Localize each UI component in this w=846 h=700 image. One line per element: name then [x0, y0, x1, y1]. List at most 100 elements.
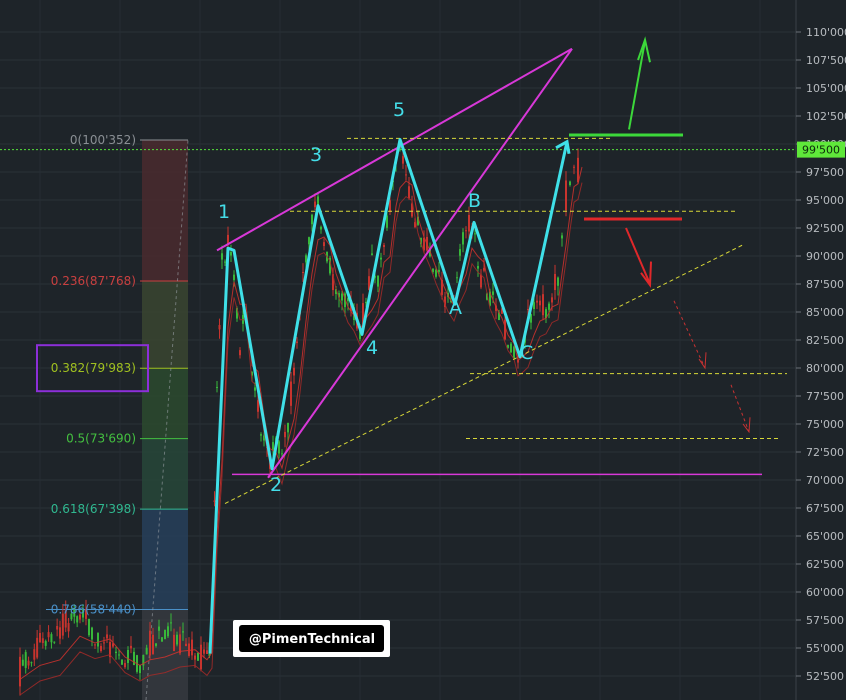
candle-body: [408, 186, 410, 199]
y-tick-label: 92'500: [806, 222, 844, 235]
candle-body: [257, 400, 259, 412]
price-axis: 52'500 55'000 57'500 60'000 62'500 65'000 67'5…: [795, 0, 846, 700]
candle-body: [536, 300, 538, 303]
candle-body: [27, 660, 30, 666]
watermark-text: @PimenTechnical: [249, 632, 375, 647]
candle-body: [314, 201, 316, 208]
candle-body: [203, 649, 205, 654]
candle-body: [91, 627, 93, 640]
candle-body: [182, 631, 184, 633]
candle-body: [278, 441, 280, 454]
candle-body: [216, 386, 218, 388]
projection-arrow-2: [730, 384, 750, 433]
candle-body: [152, 634, 154, 655]
candle-body: [551, 297, 553, 303]
fib-level-label: 0.382(79'983): [51, 361, 136, 375]
candle-body: [542, 294, 544, 316]
candle-body: [287, 422, 289, 433]
fib-band: [142, 438, 188, 510]
candle-body: [53, 641, 56, 643]
y-tick-label: 57'500: [806, 614, 844, 627]
candle-body: [176, 634, 178, 645]
candle-body: [218, 325, 221, 330]
candle-body: [510, 343, 512, 353]
candle-body: [33, 649, 36, 660]
candle-body: [100, 646, 102, 652]
y-tick-label: 72'500: [806, 446, 844, 459]
candle-body: [21, 659, 24, 666]
y-tick-label: 75'000: [806, 418, 844, 431]
candle-body: [539, 300, 541, 306]
fib-band: [142, 140, 188, 281]
candle-body: [462, 232, 464, 245]
candle-body: [308, 237, 310, 245]
candle-body: [577, 157, 579, 183]
candle-body: [19, 656, 21, 687]
candle-body: [438, 269, 440, 272]
candle-body: [106, 634, 108, 639]
y-tick-label: 90'000: [806, 250, 844, 263]
y-tick-label: 95'000: [806, 194, 844, 207]
y-tick-label: 60'000: [806, 586, 844, 599]
elliott-wave-path: [208, 138, 569, 654]
candle-body: [480, 274, 482, 288]
wave-label-3: 3: [310, 144, 322, 166]
y-tick-label: 97'500: [806, 166, 844, 179]
candle-body: [139, 664, 141, 674]
y-tick-label: 52'500: [806, 670, 844, 683]
candle-body: [548, 303, 550, 310]
candle-body: [167, 626, 169, 637]
candle-body: [224, 261, 226, 263]
y-tick-label: 102'500: [806, 110, 846, 123]
candle-body: [533, 302, 535, 309]
candle-body: [371, 253, 373, 255]
candle-body: [293, 367, 295, 376]
candle-body: [402, 156, 404, 164]
candle-body: [61, 613, 64, 636]
fib-level-label: 0.786(58'440): [51, 602, 136, 616]
candle-body: [456, 277, 458, 279]
candle-body: [24, 652, 27, 668]
fib-level-label: 0(100'352): [70, 133, 136, 147]
candle-body: [59, 627, 61, 639]
y-tick-label: 80'000: [806, 362, 844, 375]
candle-body: [170, 622, 172, 624]
candle-body: [179, 634, 181, 654]
candle-body: [557, 277, 559, 286]
candle-body: [188, 643, 190, 656]
price-chart: 1 2 3 4 5 A B C 0(100'352) 0.236(87'768) 0.382(79…: [0, 0, 846, 700]
fib-level-label: 0.236(87'768): [51, 274, 136, 288]
wave-label-c: C: [520, 342, 533, 364]
candle-body: [383, 245, 385, 248]
candle-body: [115, 651, 117, 654]
current-price-label: 99'500: [802, 144, 840, 157]
candle-body: [39, 632, 41, 643]
candle-body: [465, 230, 467, 232]
candle-body: [130, 645, 132, 649]
y-tick-label: 77'500: [806, 390, 844, 403]
candle-body: [191, 639, 193, 656]
candle-body: [296, 341, 298, 343]
y-tick-label: 110'000: [806, 26, 846, 39]
candle-body: [405, 174, 407, 176]
candle-body: [561, 235, 563, 239]
candle-body: [161, 637, 163, 642]
candle-body: [185, 643, 187, 647]
candle-body: [213, 500, 216, 502]
candle-body: [103, 642, 105, 644]
y-tick-label: 62'500: [806, 558, 844, 571]
candle-body: [290, 381, 292, 406]
y-tick-label: 107'500: [806, 54, 846, 67]
watermark-badge: @PimenTechnical: [233, 620, 390, 657]
candle-body: [36, 637, 39, 658]
y-tick-label: 105'000: [806, 82, 846, 95]
candle-body: [221, 253, 223, 260]
candle-body: [474, 233, 476, 235]
candle-body: [435, 269, 437, 277]
candle-body: [554, 273, 556, 291]
candle-body: [194, 655, 196, 660]
y-tick-label: 87'500: [806, 278, 844, 291]
candle-body: [145, 647, 148, 655]
candle-body: [173, 634, 175, 652]
candle-body: [30, 662, 33, 664]
